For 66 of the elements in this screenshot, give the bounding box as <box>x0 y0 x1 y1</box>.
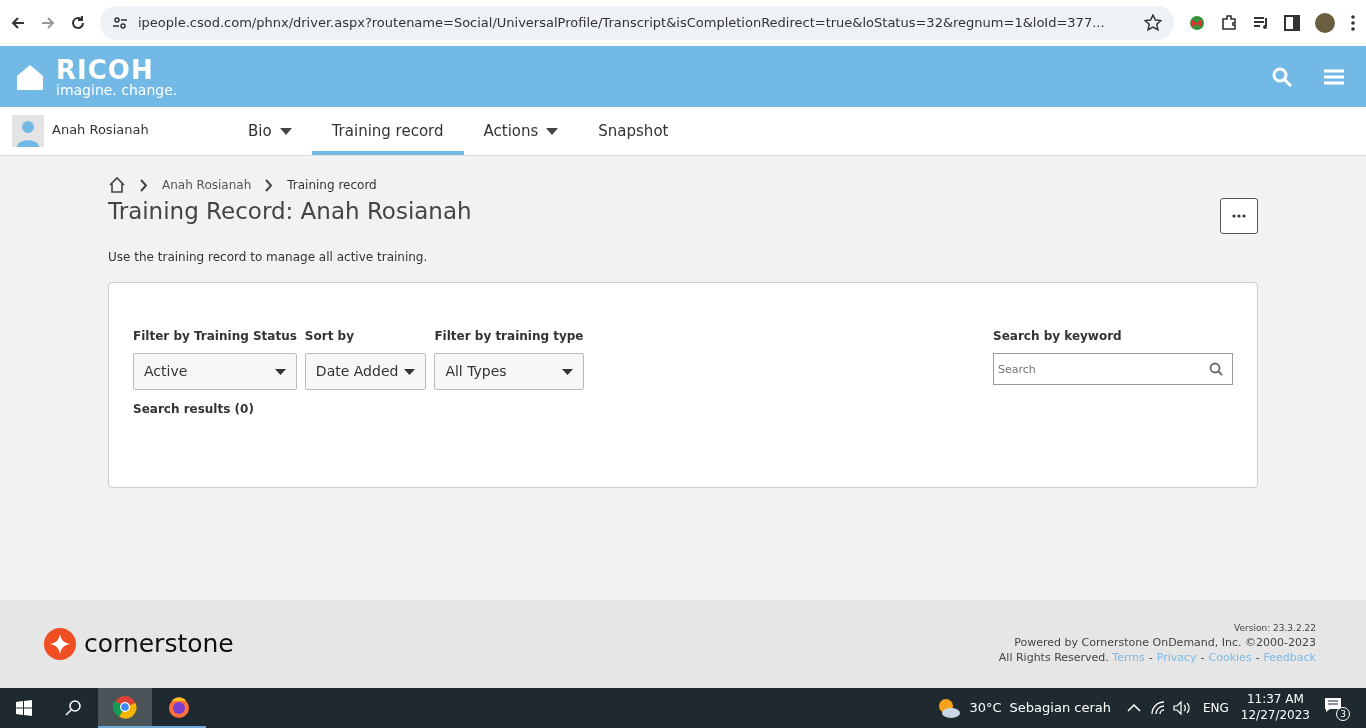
more-options-button[interactable] <box>1220 198 1258 234</box>
breadcrumb-current: Training record <box>287 177 377 194</box>
logo-tagline: imagine. change. <box>56 82 178 97</box>
back-icon[interactable] <box>10 15 26 31</box>
nav-tab[interactable]: Bio <box>228 107 312 155</box>
profile-avatar-icon[interactable] <box>1314 12 1336 34</box>
dropdown-select[interactable]: Active <box>133 353 297 390</box>
weather-text: Sebagian cerah <box>1009 699 1111 718</box>
extensions-icon[interactable] <box>1220 14 1238 32</box>
caret-icon <box>274 368 286 375</box>
ellipsis-icon <box>1232 214 1246 218</box>
avatar-icon <box>12 115 44 147</box>
version-text: Version: 23.3.2.22 <box>1233 622 1316 635</box>
search-icon[interactable] <box>65 700 81 716</box>
powered-by-text: Powered by Cornerstone OnDemand, Inc. ©2000-2023 <box>1013 634 1316 651</box>
clock-time[interactable]: 11:37 AM <box>1240 692 1310 708</box>
link-separator: - <box>1200 651 1205 665</box>
fox-browser-icon <box>167 695 191 719</box>
nav-tab[interactable]: Training record <box>311 107 464 155</box>
chevron-up-icon[interactable] <box>1126 704 1141 712</box>
taskbar-app[interactable] <box>98 688 152 728</box>
nav-tab[interactable]: Actions <box>463 107 579 155</box>
logo-text: RICOH <box>56 56 154 83</box>
filter-label: Filter by Training Status <box>133 328 297 345</box>
bookmark-star-icon[interactable] <box>1144 14 1162 32</box>
search-label: Search by keyword <box>993 328 1123 345</box>
notifications-icon[interactable] <box>1324 696 1342 713</box>
rights-text: All Rights Reserved. <box>998 651 1109 665</box>
nav-tab[interactable]: Snapshot <box>578 107 689 155</box>
media-control-icon[interactable] <box>1252 14 1270 32</box>
extension-globe-icon[interactable] <box>1188 14 1206 32</box>
clock-date[interactable]: 12/27/2023 <box>1240 708 1310 724</box>
caret-icon <box>546 127 559 135</box>
side-panel-icon[interactable] <box>1284 15 1300 31</box>
site-settings-icon[interactable] <box>112 15 128 31</box>
breadcrumb-link[interactable]: Anah Rosianah <box>162 176 252 194</box>
more-menu-icon[interactable] <box>1350 14 1356 32</box>
page-description: Use the training record to manage all active training. <box>108 249 429 266</box>
volume-icon[interactable] <box>1172 701 1191 715</box>
link-separator: - <box>1148 651 1153 665</box>
forward-icon[interactable] <box>40 15 56 31</box>
page-title: Training Record: Anah Rosianah <box>108 198 472 226</box>
reload-icon[interactable] <box>70 15 86 31</box>
home-icon[interactable] <box>108 176 126 194</box>
filter-label: Filter by training type <box>434 328 584 345</box>
language-indicator[interactable]: ENG <box>1202 699 1229 717</box>
link-separator: - <box>1255 651 1260 665</box>
cornerstone-logo-icon <box>44 628 76 660</box>
weather-partly-cloudy-icon <box>937 697 962 719</box>
notification-count-badge: 3 <box>1336 707 1350 721</box>
profile-name[interactable]: Anah Rosianah <box>52 115 149 140</box>
search-field[interactable]: Search <box>993 353 1233 385</box>
dropdown-select[interactable]: All Types <box>434 353 584 390</box>
windows-start-icon[interactable] <box>16 700 32 716</box>
dropdown-select[interactable]: Date Added <box>304 353 427 390</box>
temperature-text: 30°C <box>969 699 1002 718</box>
caret-icon <box>561 368 573 375</box>
chevron-right-icon <box>140 178 148 192</box>
brand-name: cornerstone <box>84 628 234 661</box>
search-results-count: Search results (0) <box>133 401 255 418</box>
wifi-icon[interactable] <box>1150 701 1167 715</box>
caret-icon <box>279 127 292 135</box>
browser-icon <box>113 695 137 719</box>
caret-icon <box>404 368 416 375</box>
filter-label: Sort by <box>304 328 355 345</box>
chevron-right-icon <box>265 178 274 192</box>
